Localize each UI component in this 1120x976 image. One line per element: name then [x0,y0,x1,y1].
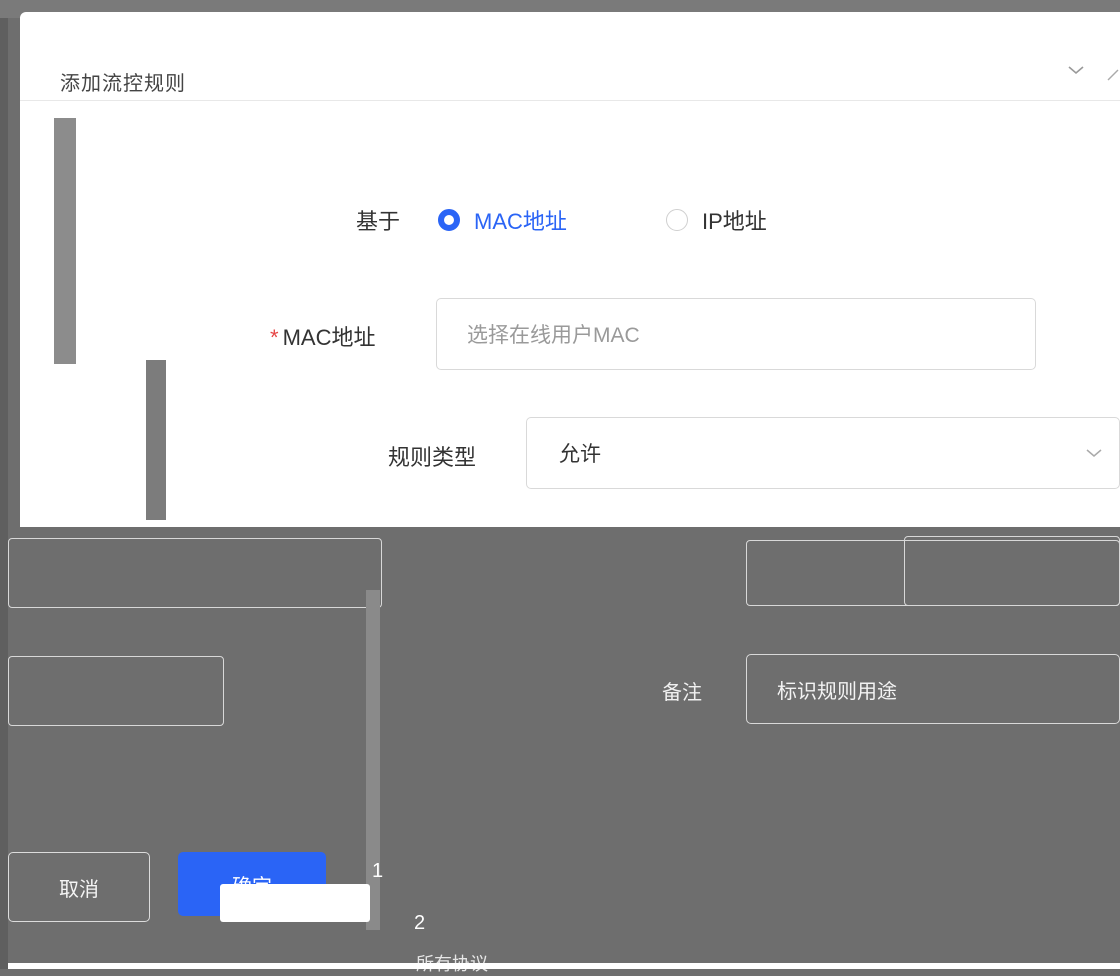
side-strip [146,360,166,520]
ghost-field [8,538,382,608]
cancel-button[interactable]: 取消 [8,852,150,922]
expand-icon[interactable] [1106,68,1120,82]
note-label: 备注 [662,682,702,704]
ok-overlay [220,884,370,922]
mac-placeholder: 选择在线用户MAC [467,324,640,347]
dialog-title: 添加流控规则 [60,73,186,95]
radio-selected-icon[interactable] [438,209,460,231]
title-divider [20,100,1120,101]
mac-label: * MAC地址 [270,320,375,352]
left-edge [0,0,8,969]
page-number-1[interactable]: 1 [372,860,383,883]
page-number-2[interactable]: 2 [414,912,425,935]
radio-ip-label: IP地址 [702,209,767,234]
mac-input[interactable]: 选择在线用户MAC [436,298,1036,370]
rule-type-value: 允许 [559,443,601,466]
radio-unselected-icon[interactable] [666,209,688,231]
side-strip [54,118,76,364]
ghost-field [8,656,224,726]
note-input[interactable]: 标识规则用途 [746,654,1120,724]
chevron-down-icon[interactable] [1066,60,1086,80]
radio-mac-label: MAC地址 [474,209,567,234]
rule-type-select[interactable]: 允许 [526,417,1120,489]
required-mark: * [270,325,279,350]
radio-mac[interactable]: MAC地址 [438,204,567,236]
radio-ip[interactable]: IP地址 [666,204,767,236]
chevron-down-icon [1086,449,1102,457]
rule-type-label: 规则类型 [388,445,477,470]
based-on-label: 基于 [356,209,401,234]
mac-label-text: MAC地址 [282,325,376,350]
ghost-field [746,540,1120,606]
note-placeholder: 标识规则用途 [777,680,897,703]
bottom-divider [8,963,1120,969]
